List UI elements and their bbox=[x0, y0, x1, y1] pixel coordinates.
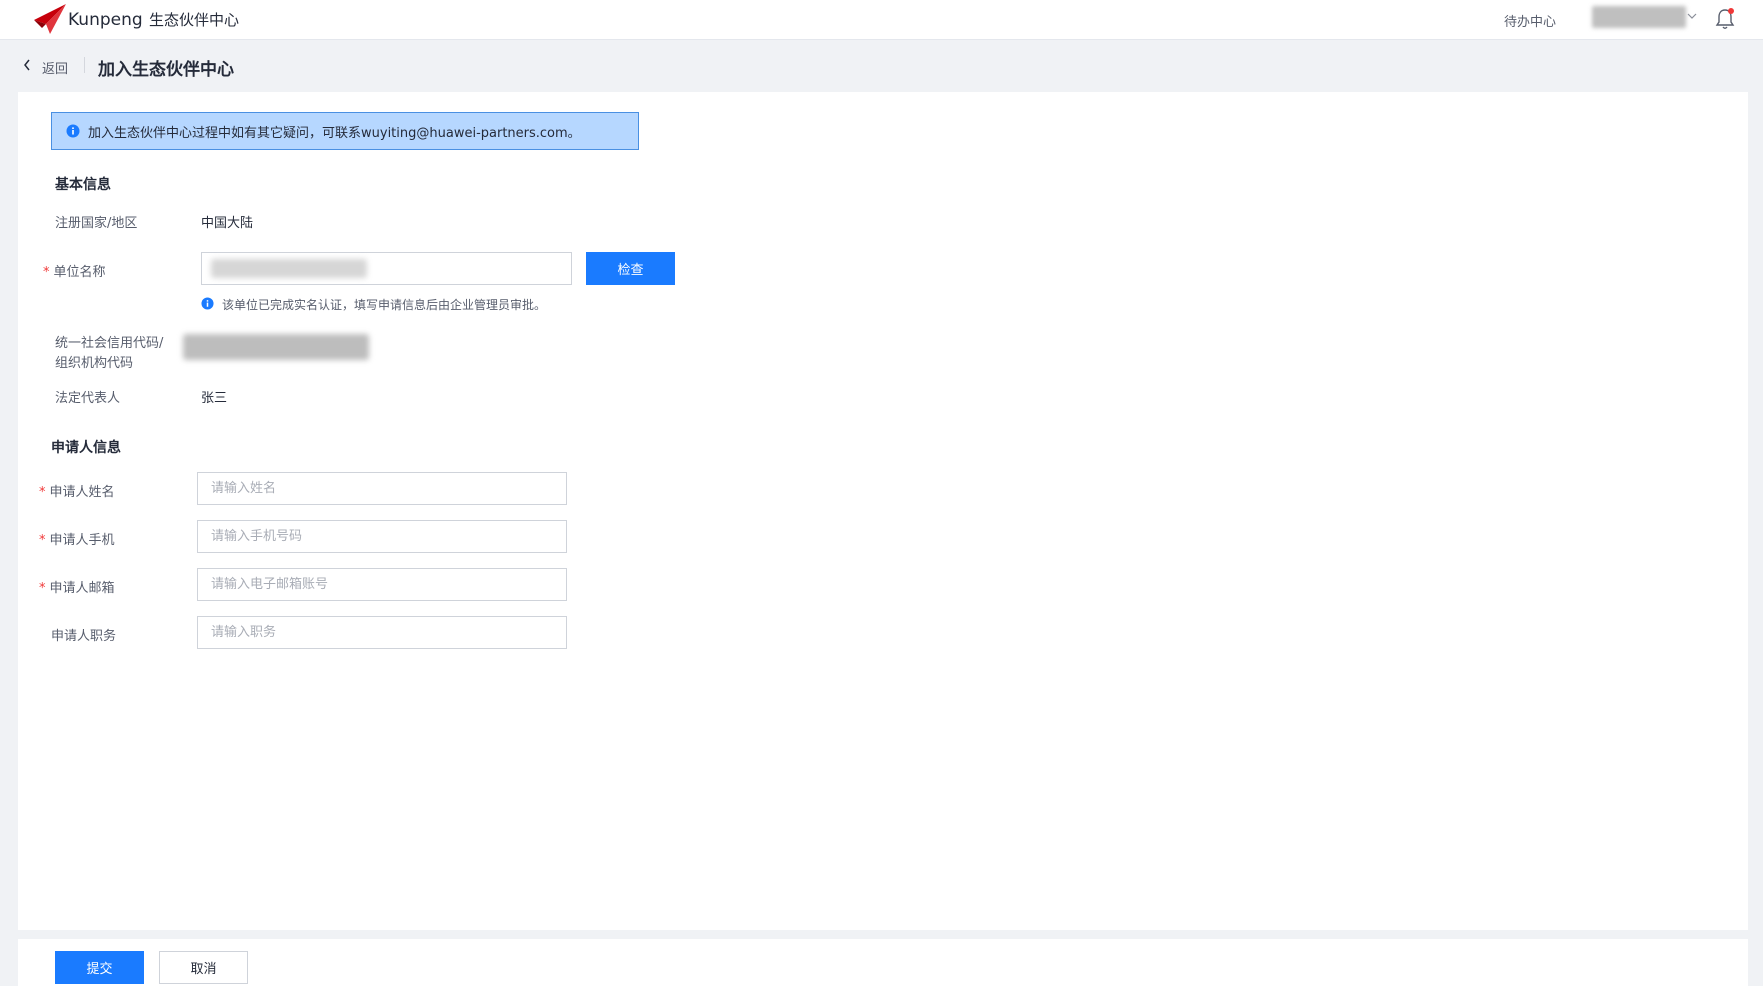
form-card bbox=[18, 92, 1748, 930]
brand-name[interactable]: Kunpeng bbox=[68, 10, 143, 30]
applicant-title-input[interactable] bbox=[197, 616, 567, 649]
cancel-button[interactable]: 取消 bbox=[159, 951, 248, 984]
applicant-email-label: * 申请人邮箱 bbox=[39, 577, 115, 596]
info-icon bbox=[66, 124, 80, 138]
org-name-label: * 单位名称 bbox=[43, 261, 106, 280]
back-chevron-icon[interactable] bbox=[22, 58, 32, 72]
applicant-email-label-text: 申请人邮箱 bbox=[49, 581, 115, 596]
required-mark: * bbox=[39, 581, 46, 596]
required-mark: * bbox=[39, 485, 46, 500]
applicant-info-title: 申请人信息 bbox=[51, 440, 121, 456]
form-footer bbox=[18, 939, 1748, 986]
applicant-phone-label-text: 申请人手机 bbox=[49, 533, 115, 548]
applicant-title-label: 申请人职务 bbox=[51, 629, 117, 644]
required-mark: * bbox=[39, 533, 46, 548]
submit-button[interactable]: 提交 bbox=[55, 951, 144, 984]
applicant-email-input[interactable] bbox=[197, 568, 567, 601]
credit-code-label-line2: 组织机构代码 bbox=[55, 356, 134, 371]
header-divider bbox=[84, 57, 85, 73]
verification-hint: 该单位已完成实名认证，填写申请信息后由企业管理员审批。 bbox=[222, 298, 547, 312]
check-button[interactable]: 检查 bbox=[586, 252, 675, 285]
credit-code-redacted bbox=[183, 334, 369, 360]
applicant-name-input[interactable] bbox=[197, 472, 567, 505]
notification-bell-icon[interactable] bbox=[1714, 7, 1736, 31]
chevron-down-icon[interactable] bbox=[1686, 11, 1698, 21]
basic-info-title: 基本信息 bbox=[55, 177, 111, 193]
kunpeng-logo-icon[interactable] bbox=[32, 2, 68, 36]
org-name-redacted bbox=[211, 259, 367, 278]
todo-center-link[interactable]: 待办中心 bbox=[1504, 11, 1556, 30]
country-value: 中国大陆 bbox=[201, 216, 254, 231]
notice-text: 加入生态伙伴中心过程中如有其它疑问，可联系wuyiting@huawei-par… bbox=[88, 126, 581, 141]
top-navigation-bar bbox=[0, 0, 1763, 40]
applicant-phone-input[interactable] bbox=[197, 520, 567, 553]
country-label: 注册国家/地区 bbox=[55, 216, 138, 231]
legal-rep-label: 法定代表人 bbox=[55, 391, 121, 406]
credit-code-label-line1: 统一社会信用代码/ bbox=[55, 336, 164, 351]
applicant-name-label: * 申请人姓名 bbox=[39, 481, 115, 500]
user-account-menu[interactable] bbox=[1592, 6, 1686, 28]
brand-subtitle[interactable]: 生态伙伴中心 bbox=[149, 9, 239, 30]
required-mark: * bbox=[43, 265, 50, 280]
back-link[interactable]: 返回 bbox=[42, 58, 68, 77]
legal-rep-value: 张三 bbox=[201, 391, 228, 406]
applicant-phone-label: * 申请人手机 bbox=[39, 529, 115, 548]
info-icon bbox=[201, 297, 214, 310]
page-title: 加入生态伙伴中心 bbox=[98, 60, 234, 80]
org-name-label-text: 单位名称 bbox=[53, 265, 106, 280]
applicant-name-label-text: 申请人姓名 bbox=[49, 485, 115, 500]
